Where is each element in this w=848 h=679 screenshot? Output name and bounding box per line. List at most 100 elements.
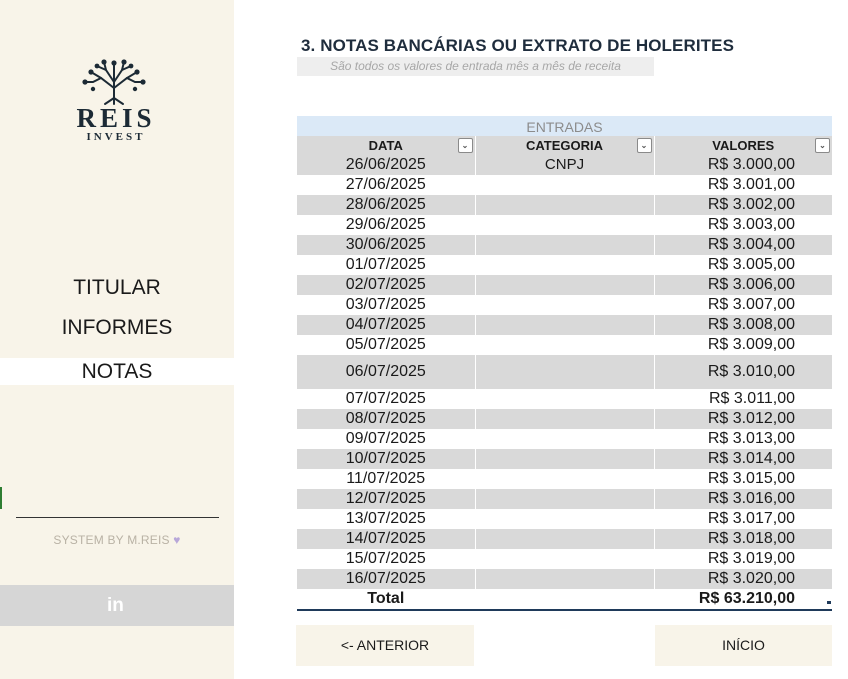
column-header-label: VALORES bbox=[712, 138, 775, 153]
valor-cell[interactable]: R$ 3.017,00 bbox=[654, 509, 832, 529]
valor-cell[interactable]: R$ 3.011,00 bbox=[654, 389, 832, 409]
data-cell[interactable]: 30/06/2025 bbox=[297, 235, 476, 255]
page-subtitle: São todos os valores de entrada mês a mê… bbox=[297, 57, 654, 76]
valor-cell[interactable]: R$ 3.018,00 bbox=[654, 529, 832, 549]
categoria-cell[interactable] bbox=[475, 509, 655, 529]
categoria-cell[interactable]: CNPJ bbox=[475, 155, 655, 175]
data-cell[interactable]: 02/07/2025 bbox=[297, 275, 476, 295]
data-cell[interactable]: 12/07/2025 bbox=[297, 489, 476, 509]
data-cell[interactable]: 06/07/2025 bbox=[297, 355, 476, 389]
data-cell[interactable]: 10/07/2025 bbox=[297, 449, 476, 469]
table-row: 12/07/2025 R$ 3.016,00 bbox=[297, 489, 832, 509]
categoria-cell[interactable] bbox=[475, 469, 655, 489]
categoria-cell[interactable] bbox=[475, 355, 655, 389]
categoria-cell[interactable] bbox=[475, 235, 655, 255]
categoria-cell[interactable] bbox=[475, 315, 655, 335]
table-row: 06/07/2025 R$ 3.010,00 bbox=[297, 355, 832, 389]
valor-cell[interactable]: R$ 3.003,00 bbox=[654, 215, 832, 235]
categoria-cell[interactable] bbox=[475, 489, 655, 509]
categoria-cell[interactable] bbox=[475, 409, 655, 429]
valor-cell[interactable]: R$ 3.005,00 bbox=[654, 255, 832, 275]
home-button[interactable]: INÍCIO bbox=[655, 625, 832, 666]
previous-button[interactable]: <- ANTERIOR bbox=[296, 625, 474, 666]
green-accent-mark bbox=[0, 487, 2, 509]
categoria-cell[interactable] bbox=[475, 449, 655, 469]
column-header-data: DATA ⌄ bbox=[297, 136, 476, 155]
data-cell[interactable]: 26/06/2025 bbox=[297, 155, 476, 175]
data-cell[interactable]: 07/07/2025 bbox=[297, 389, 476, 409]
data-cell[interactable]: 29/06/2025 bbox=[297, 215, 476, 235]
data-cell[interactable]: 03/07/2025 bbox=[297, 295, 476, 315]
total-value: R$ 63.210,00 bbox=[654, 589, 832, 611]
data-cell[interactable]: 05/07/2025 bbox=[297, 335, 476, 355]
categoria-cell[interactable] bbox=[475, 175, 655, 195]
valor-cell[interactable]: R$ 3.006,00 bbox=[654, 275, 832, 295]
categoria-cell[interactable] bbox=[475, 195, 655, 215]
tree-logo-icon bbox=[82, 59, 146, 105]
column-header-categoria: CATEGORIA ⌄ bbox=[475, 136, 655, 155]
table-row: 28/06/2025 R$ 3.002,00 bbox=[297, 195, 832, 215]
valor-cell[interactable]: R$ 3.019,00 bbox=[654, 549, 832, 569]
sidebar: REIS INVEST TITULAR INFORMES NOTAS SYSTE… bbox=[0, 0, 234, 679]
table-row: 03/07/2025 R$ 3.007,00 bbox=[297, 295, 832, 315]
table-group-header: ENTRADAS bbox=[297, 116, 832, 136]
valor-cell[interactable]: R$ 3.000,00 bbox=[654, 155, 832, 175]
nav-item-notas[interactable]: NOTAS bbox=[0, 358, 234, 385]
table-row: 02/07/2025 R$ 3.006,00 bbox=[297, 275, 832, 295]
linkedin-icon[interactable]: in bbox=[107, 596, 129, 616]
data-cell[interactable]: 13/07/2025 bbox=[297, 509, 476, 529]
brand-tagline: INVEST bbox=[86, 131, 146, 143]
categoria-cell[interactable] bbox=[475, 529, 655, 549]
categoria-cell[interactable] bbox=[475, 255, 655, 275]
data-cell[interactable]: 01/07/2025 bbox=[297, 255, 476, 275]
categoria-cell[interactable] bbox=[475, 569, 655, 589]
valor-cell[interactable]: R$ 3.001,00 bbox=[654, 175, 832, 195]
filter-dropdown-icon[interactable]: ⌄ bbox=[636, 138, 652, 153]
table-row: 27/06/2025 R$ 3.001,00 bbox=[297, 175, 832, 195]
valor-cell[interactable]: R$ 3.012,00 bbox=[654, 409, 832, 429]
column-header-label: CATEGORIA bbox=[525, 138, 604, 153]
data-cell[interactable]: 27/06/2025 bbox=[297, 175, 476, 195]
valor-cell[interactable]: R$ 3.008,00 bbox=[654, 315, 832, 335]
valor-cell[interactable]: R$ 3.009,00 bbox=[654, 335, 832, 355]
filter-dropdown-icon[interactable]: ⌄ bbox=[457, 138, 473, 153]
table-row: 14/07/2025 R$ 3.018,00 bbox=[297, 529, 832, 549]
categoria-cell[interactable] bbox=[475, 335, 655, 355]
valor-cell[interactable]: R$ 3.004,00 bbox=[654, 235, 832, 255]
categoria-cell[interactable] bbox=[475, 429, 655, 449]
total-row: Total R$ 63.210,00 bbox=[297, 589, 832, 611]
valor-cell[interactable]: R$ 3.015,00 bbox=[654, 469, 832, 489]
valor-cell[interactable]: R$ 3.010,00 bbox=[654, 355, 832, 389]
filter-dropdown-icon[interactable]: ⌄ bbox=[815, 138, 830, 153]
data-cell[interactable]: 28/06/2025 bbox=[297, 195, 476, 215]
column-header-valores: VALORES ⌄ bbox=[654, 136, 832, 155]
table-row: 05/07/2025 R$ 3.009,00 bbox=[297, 335, 832, 355]
table-row: 04/07/2025 R$ 3.008,00 bbox=[297, 315, 832, 335]
nav-item-informes[interactable]: INFORMES bbox=[0, 315, 234, 341]
valor-cell[interactable]: R$ 3.014,00 bbox=[654, 449, 832, 469]
categoria-cell[interactable] bbox=[475, 275, 655, 295]
valor-cell[interactable]: R$ 3.007,00 bbox=[654, 295, 832, 315]
data-cell[interactable]: 11/07/2025 bbox=[297, 469, 476, 489]
table-row: 09/07/2025 R$ 3.013,00 bbox=[297, 429, 832, 449]
column-header-label: DATA bbox=[368, 138, 403, 153]
valor-cell[interactable]: R$ 3.013,00 bbox=[654, 429, 832, 449]
valor-cell[interactable]: R$ 3.016,00 bbox=[654, 489, 832, 509]
data-cell[interactable]: 09/07/2025 bbox=[297, 429, 476, 449]
data-cell[interactable]: 16/07/2025 bbox=[297, 569, 476, 589]
page-title: 3. NOTAS BANCÁRIAS OU EXTRATO DE HOLERIT… bbox=[301, 36, 735, 55]
data-cell[interactable]: 04/07/2025 bbox=[297, 315, 476, 335]
categoria-cell[interactable] bbox=[475, 215, 655, 235]
data-cell[interactable]: 15/07/2025 bbox=[297, 549, 476, 569]
categoria-cell[interactable] bbox=[475, 295, 655, 315]
table-row: 16/07/2025 R$ 3.020,00 bbox=[297, 569, 832, 589]
valor-cell[interactable]: R$ 3.002,00 bbox=[654, 195, 832, 215]
data-cell[interactable]: 08/07/2025 bbox=[297, 409, 476, 429]
table-row: 15/07/2025 R$ 3.019,00 bbox=[297, 549, 832, 569]
categoria-cell[interactable] bbox=[475, 549, 655, 569]
valor-cell[interactable]: R$ 3.020,00 bbox=[654, 569, 832, 589]
categoria-cell[interactable] bbox=[475, 389, 655, 409]
data-cell[interactable]: 14/07/2025 bbox=[297, 529, 476, 549]
nav-item-titular[interactable]: TITULAR bbox=[0, 275, 234, 301]
reis-invest-logo: REIS INVEST bbox=[68, 58, 168, 143]
